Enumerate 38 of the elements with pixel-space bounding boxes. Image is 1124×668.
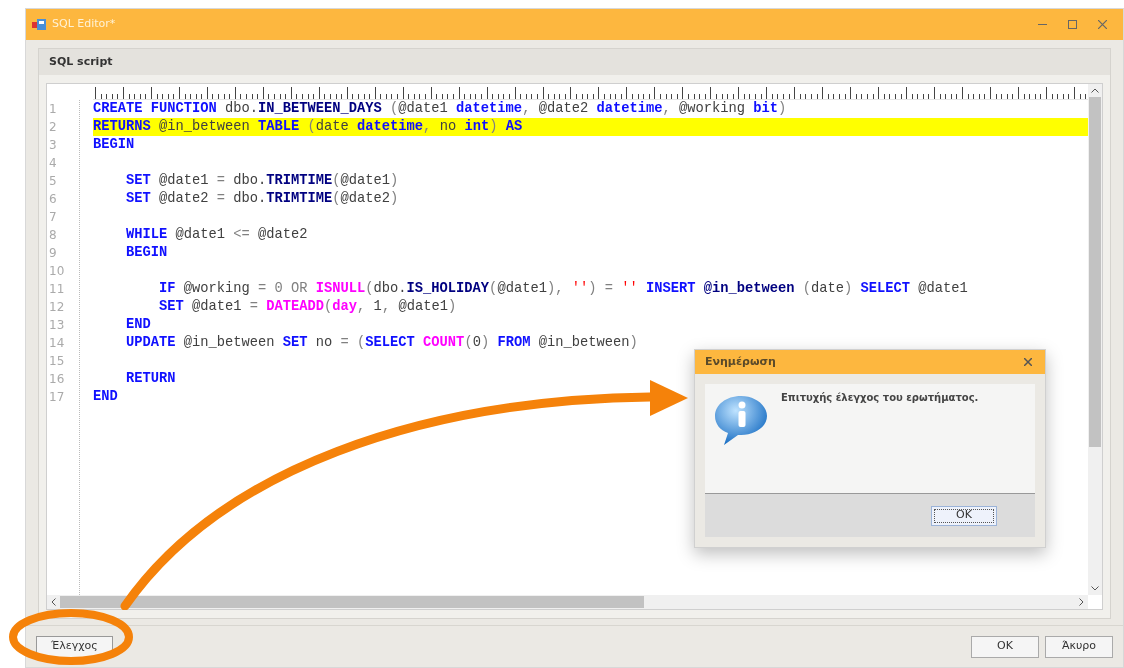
line-number: 12 — [48, 299, 65, 316]
check-button[interactable]: Έλεγχος — [36, 635, 113, 658]
code-line: END — [125, 317, 151, 332]
line-number: 1 — [48, 101, 57, 118]
line-number: 2 — [48, 119, 57, 136]
code-line: BEGIN — [93, 137, 135, 152]
code-line: SET @date1 = dbo.TRIMTIME(@date1) — [125, 173, 399, 188]
code-line: END — [93, 389, 118, 404]
window-title: SQL Editor* — [52, 16, 116, 33]
line-number: 8 — [48, 227, 57, 244]
line-number: 6 — [48, 191, 57, 208]
code-line: RETURNS @in_between TABLE (date datetime, no int) AS — [93, 119, 523, 134]
line-number: 11 — [48, 281, 65, 298]
code-line: RETURN — [125, 371, 176, 386]
line-number: 13 — [48, 317, 65, 334]
line-number: 5 — [48, 173, 57, 190]
dialog-message: Επιτυχής έλεγχος του ερωτήματος. — [781, 391, 979, 405]
panel-title: SQL script — [49, 53, 113, 70]
code-line: WHILE @date1 <= @date2 — [125, 227, 308, 242]
line-number: 4 — [48, 155, 57, 172]
code-line: UPDATE @in_between SET no = (SELECT COUNT(0) FROM @in_between) — [125, 335, 638, 350]
dialog-button[interactable]: OK — [971, 635, 1039, 658]
line-number: 16 — [48, 371, 65, 388]
line-number: 7 — [48, 209, 57, 226]
line-number: 9 — [48, 245, 57, 262]
line-number: 3 — [48, 137, 57, 154]
dialog-button[interactable]: Άκυρο — [1045, 635, 1113, 658]
code-line: SET @date2 = dbo.TRIMTIME(@date2) — [125, 191, 399, 206]
code-line: IF @working = 0 OR ISNULL(dbo.IS_HOLIDAY(@date1), '') = '' INSERT @in_between (date) SELECT @date1 — [158, 281, 968, 296]
ok-button[interactable]: OK — [931, 505, 997, 526]
code-line: BEGIN — [125, 245, 168, 260]
line-number: 10 — [48, 263, 65, 280]
line-number: 15 — [48, 353, 65, 370]
dialog-title: Ενημέρωση — [705, 353, 776, 370]
code-line: SET @date1 = DATEADD(day, 1, @date1) — [158, 299, 457, 314]
code-line: CREATE FUNCTION dbo.IN_BETWEEN_DAYS (@date1 datetime, @date2 datetime, @working bit) — [93, 101, 787, 116]
line-number: 14 — [48, 335, 65, 352]
line-number: 17 — [48, 389, 65, 406]
